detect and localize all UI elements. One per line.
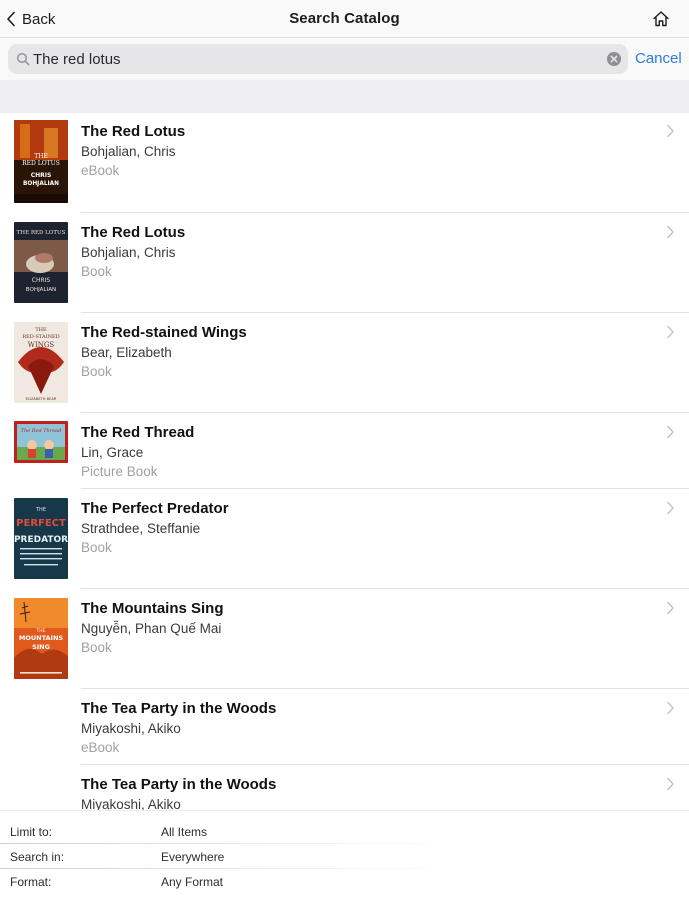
chevron-right-icon — [667, 124, 674, 138]
result-format: Book — [81, 364, 112, 379]
filter-value[interactable]: All Items — [161, 825, 207, 839]
svg-text:THE: THE — [35, 327, 47, 333]
page-title: Search Catalog — [289, 10, 400, 27]
filter-label: Limit to: — [10, 825, 53, 839]
search-field[interactable] — [8, 44, 628, 74]
nav-bar: Back Search Catalog — [0, 0, 689, 38]
book-cover-image: THE RED LOTUS CHRIS BOHJALIAN — [14, 222, 68, 303]
svg-text:RED-STAINED: RED-STAINED — [22, 334, 59, 340]
book-cover-image: THE RED LOTUS CHRIS BOHJALIAN — [14, 120, 68, 203]
filter-limit-to[interactable]: Limit to: All Items — [0, 819, 689, 844]
chevron-right-icon — [667, 325, 674, 339]
result-author: Lin, Grace — [81, 445, 144, 460]
book-cover-image: The Red Thread — [14, 421, 68, 463]
filter-search-in[interactable]: Search in: Everywhere — [0, 844, 689, 869]
result-row[interactable]: The Tea Party in the Woods Miyakoshi, Ak… — [0, 765, 689, 810]
result-author: Nguyễn, Phan Quế Mai — [81, 621, 222, 636]
chevron-right-icon — [667, 225, 674, 239]
result-author: Miyakoshi, Akiko — [81, 797, 181, 810]
result-format: eBook — [81, 740, 120, 755]
svg-text:CHRIS: CHRIS — [31, 172, 52, 179]
results-list: THE RED LOTUS CHRIS BOHJALIAN The Red Lo… — [0, 113, 689, 810]
section-spacer — [0, 80, 689, 113]
result-row[interactable]: THE RED LOTUS CHRIS BOHJALIAN The Red Lo… — [0, 213, 689, 313]
result-author: Miyakoshi, Akiko — [81, 721, 181, 736]
result-format: eBook — [81, 163, 120, 178]
svg-text:PERFECT: PERFECT — [16, 518, 66, 529]
clear-search-icon[interactable] — [606, 51, 622, 67]
result-row[interactable]: THE RED LOTUS CHRIS BOHJALIAN The Red Lo… — [0, 113, 689, 213]
result-title: The Mountains Sing — [81, 600, 224, 617]
book-cover-image: THE PERFECT PREDATOR — [14, 498, 68, 579]
search-icon — [16, 52, 30, 66]
search-input[interactable] — [33, 44, 603, 74]
search-filters: Limit to: All Items Search in: Everywher… — [0, 810, 689, 900]
result-row[interactable]: The Tea Party in the Woods Miyakoshi, Ak… — [0, 689, 689, 765]
result-title: The Red Thread — [81, 424, 195, 441]
result-row[interactable]: THE MOUNTAINS SING The Mountains Sing Ng… — [0, 589, 689, 689]
result-format: Book — [81, 540, 112, 555]
chevron-right-icon — [667, 425, 674, 439]
svg-text:THE RED LOTUS: THE RED LOTUS — [17, 230, 66, 236]
svg-text:CHRIS: CHRIS — [32, 277, 51, 284]
svg-text:ELIZABETH BEAR: ELIZABETH BEAR — [26, 397, 57, 401]
svg-text:THE: THE — [34, 153, 48, 160]
filter-value[interactable]: Everywhere — [161, 850, 224, 864]
book-cover-image: THE RED-STAINED WINGS ELIZABETH BEAR — [14, 322, 68, 403]
svg-text:RED LOTUS: RED LOTUS — [22, 160, 60, 167]
svg-text:WINGS: WINGS — [28, 341, 55, 349]
chevron-right-icon — [667, 701, 674, 715]
result-author: Bear, Elizabeth — [81, 345, 172, 360]
book-cover-image: THE MOUNTAINS SING — [14, 598, 68, 679]
filter-label: Format: — [10, 875, 52, 889]
svg-text:SING: SING — [32, 643, 50, 651]
result-title: The Tea Party in the Woods — [81, 776, 277, 793]
svg-text:MOUNTAINS: MOUNTAINS — [19, 634, 64, 642]
result-author: Bohjalian, Chris — [81, 245, 176, 260]
result-row[interactable]: THE PERFECT PREDATOR The Perfect Predato… — [0, 489, 689, 589]
result-format: Picture Book — [81, 464, 158, 479]
result-title: The Red Lotus — [81, 123, 186, 140]
result-title: The Red Lotus — [81, 224, 186, 241]
result-author: Bohjalian, Chris — [81, 144, 176, 159]
result-format: Book — [81, 264, 112, 279]
search-bar: Cancel — [0, 38, 689, 80]
filter-label: Search in: — [10, 850, 65, 864]
filter-format[interactable]: Format: Any Format — [0, 869, 689, 894]
svg-text:THE: THE — [35, 507, 46, 513]
svg-text:BOHJALIAN: BOHJALIAN — [26, 287, 57, 293]
result-format: Book — [81, 640, 112, 655]
svg-text:BOHJALIAN: BOHJALIAN — [23, 181, 59, 187]
filter-value[interactable]: Any Format — [161, 875, 223, 889]
result-author: Strathdee, Steffanie — [81, 521, 201, 536]
home-icon[interactable] — [651, 9, 671, 29]
result-row[interactable]: The Red Thread The Red Thread Lin, Grace… — [0, 413, 689, 489]
cancel-button[interactable]: Cancel — [635, 50, 682, 67]
result-title: The Red-stained Wings — [81, 324, 247, 341]
result-row[interactable]: THE RED-STAINED WINGS ELIZABETH BEAR The… — [0, 313, 689, 413]
chevron-right-icon — [667, 601, 674, 615]
result-title: The Perfect Predator — [81, 500, 229, 517]
svg-text:The Red Thread: The Red Thread — [21, 428, 62, 434]
svg-text:PREDATOR: PREDATOR — [14, 535, 68, 545]
result-title: The Tea Party in the Woods — [81, 700, 277, 717]
chevron-right-icon — [667, 501, 674, 515]
chevron-right-icon — [667, 777, 674, 791]
